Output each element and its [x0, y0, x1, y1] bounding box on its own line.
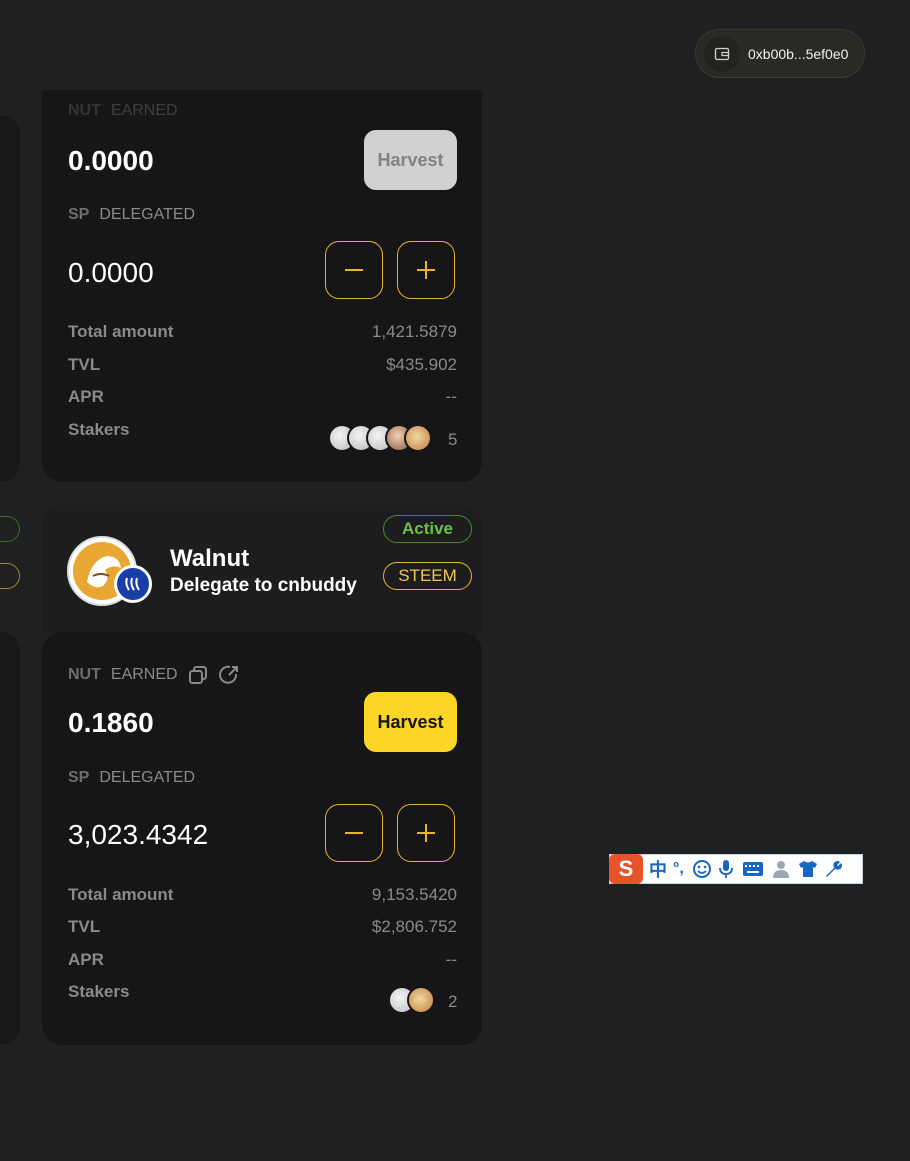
ime-mode-toggle[interactable]: 中 [649, 856, 667, 882]
stat-label-apr: APR [68, 387, 104, 406]
undelegate-button[interactable] [325, 804, 383, 862]
earned-value: 0.1860 [68, 707, 154, 738]
earned-label: EARNED [110, 102, 178, 119]
plus-icon [417, 824, 435, 842]
delegate-button[interactable] [397, 241, 455, 299]
delegated-token: SP [68, 206, 90, 223]
steem-icon [114, 565, 152, 603]
stat-value-tvl: $2,806.752 [371, 917, 457, 936]
left-badge-partial-gold [0, 563, 20, 589]
left-card-partial-bottom [0, 632, 20, 1044]
ime-logo-text: S [618, 856, 634, 881]
stakers-avatars [328, 424, 432, 452]
status-badge: Active [383, 515, 472, 543]
pool-name: Walnut [170, 545, 250, 572]
keyboard-icon[interactable] [742, 861, 764, 877]
stat-value-apr: -- [445, 387, 457, 406]
stat-value-total: 9,153.5420 [371, 885, 457, 904]
left-card-partial-top [0, 116, 20, 482]
sogou-logo-icon[interactable]: S [609, 854, 643, 884]
pool-header-walnut: Walnut Delegate to cnbuddy Active STEEM [42, 505, 482, 633]
delegated-label: DELEGATED [99, 206, 196, 223]
stat-value-total: 1,421.5879 [371, 322, 457, 341]
delegated-label-row: SP DELEGATED [68, 769, 195, 787]
stat-label-total: Total amount [68, 322, 174, 341]
stat-value-tvl: $435.902 [386, 355, 457, 374]
shirt-icon[interactable] [798, 859, 818, 879]
microphone-icon[interactable] [718, 859, 734, 879]
delegate-button[interactable] [397, 804, 455, 862]
delegated-label-row: SP DELEGATED [68, 206, 195, 224]
user-icon[interactable] [772, 859, 792, 879]
earned-label: EARNED [110, 666, 178, 683]
delegated-value: 0.0000 [68, 257, 154, 288]
stat-value-apr: -- [445, 950, 457, 969]
stat-label-total: Total amount [68, 885, 174, 904]
wallet-icon [704, 35, 740, 72]
stakers-count: 5 [448, 430, 458, 449]
plus-icon [417, 261, 435, 279]
stakers-count: 2 [448, 992, 458, 1011]
stat-label-stakers: Stakers [68, 420, 130, 439]
left-badge-partial-green [0, 516, 20, 542]
delegated-token: SP [68, 769, 90, 786]
delegated-label: DELEGATED [99, 769, 196, 786]
earned-token: NUT [68, 666, 101, 683]
external-link-icon[interactable] [218, 664, 240, 686]
delegated-value: 3,023.4342 [68, 819, 209, 850]
chain-badge: STEEM [383, 562, 472, 590]
earned-label-row: NUT EARNED [68, 664, 240, 686]
undelegate-button[interactable] [325, 241, 383, 299]
emoji-icon[interactable] [692, 859, 712, 879]
ime-punct-toggle[interactable]: °, [673, 860, 684, 878]
earned-label-row: NUT EARNED [68, 102, 178, 120]
wallet-button[interactable]: 0xb00b...5ef0e0 [695, 29, 865, 78]
pool-card-walnut: NUT EARNED 0.1860 Harvest SP DELEGATED 3… [42, 632, 482, 1045]
pool-subtitle: Delegate to cnbuddy [170, 575, 357, 596]
earned-value: 0.0000 [68, 145, 154, 176]
ime-toolbar[interactable]: S 中 °, [609, 854, 863, 884]
stat-label-apr: APR [68, 950, 104, 969]
wrench-icon[interactable] [824, 859, 844, 879]
wallet-address: 0xb00b...5ef0e0 [748, 45, 849, 62]
avatar [407, 986, 435, 1014]
pool-card-top: NUT EARNED 0.0000 Harvest SP DELEGATED 0… [42, 90, 482, 482]
minus-icon [345, 269, 363, 271]
stat-label-tvl: TVL [68, 355, 101, 374]
minus-icon [345, 832, 363, 834]
harvest-button[interactable]: Harvest [364, 692, 457, 752]
stakers-avatars [388, 986, 435, 1014]
copy-icon[interactable] [188, 665, 208, 685]
stat-label-stakers: Stakers [68, 982, 130, 1001]
stat-label-tvl: TVL [68, 917, 101, 936]
avatar [404, 424, 432, 452]
harvest-button[interactable]: Harvest [364, 130, 457, 190]
earned-token: NUT [68, 102, 101, 119]
